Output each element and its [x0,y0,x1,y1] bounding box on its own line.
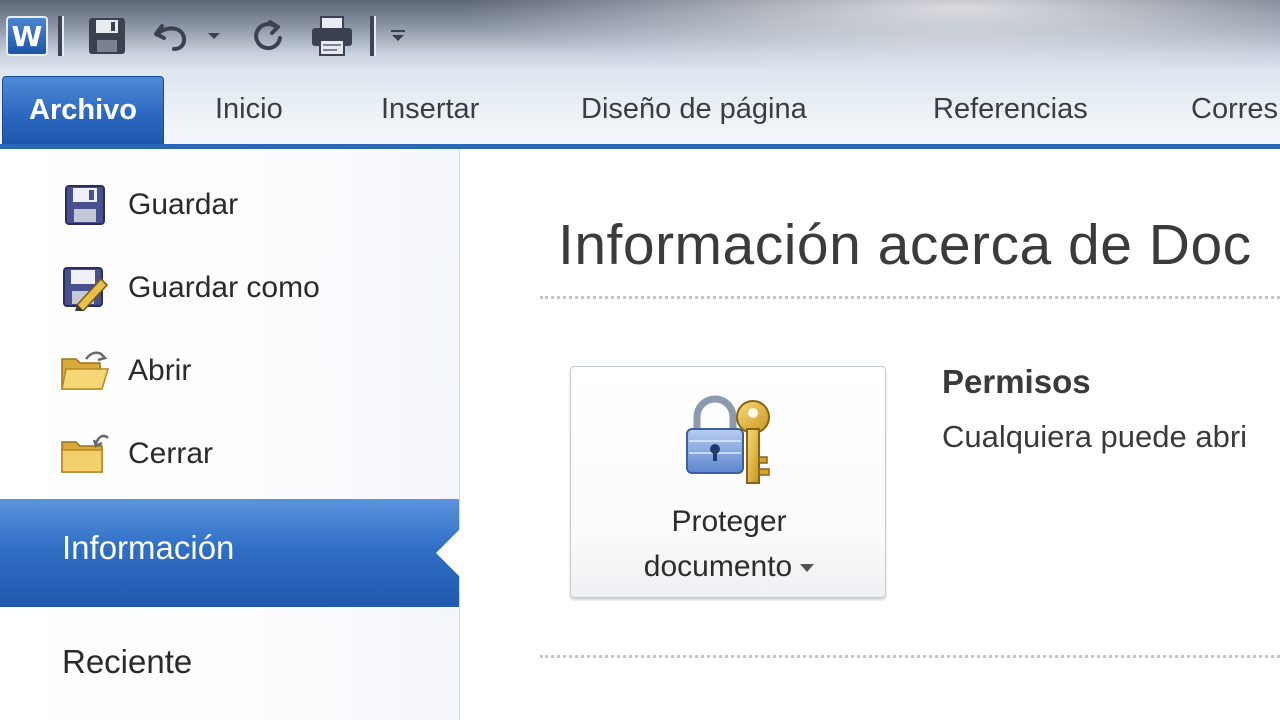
tab-insertar[interactable]: Insertar [381,86,479,132]
divider [540,655,1280,658]
chevron-down-icon [800,564,815,573]
page-title: Información acerca de Doc [558,213,1252,277]
save-icon[interactable] [84,14,130,58]
protect-label-line2: documento [643,550,793,583]
selection-notch [436,529,460,577]
protect-document-button[interactable]: Proteger documento [570,366,886,598]
menu-item-cerrar[interactable]: Cerrar [0,424,459,484]
menu-item-guardar-como[interactable]: Guardar como [0,258,459,318]
tab-archivo[interactable]: Archivo [2,76,164,146]
tab-diseno-de-pagina[interactable]: Diseño de página [581,86,807,132]
quick-access-toolbar: W [0,0,1280,72]
menu-item-informacion[interactable]: Información [0,499,460,607]
tab-inicio[interactable]: Inicio [215,86,283,132]
menu-label: Abrir [128,354,192,387]
customize-icon[interactable] [386,14,410,58]
toolbar-separator [370,16,376,56]
menu-item-reciente[interactable]: Reciente [62,643,192,681]
toolbar-separator [58,16,64,56]
menu-label: Información [62,529,235,566]
tab-referencias[interactable]: Referencias [933,86,1088,132]
undo-dropdown-icon[interactable] [204,14,224,58]
permissions-title: Permisos [942,363,1091,400]
menu-item-guardar[interactable]: Guardar [0,175,459,235]
divider [540,296,1280,299]
word-logo-icon[interactable]: W [6,16,48,56]
protect-document-label: Proteger documento [571,499,887,589]
menu-label: Guardar como [128,271,320,304]
tab-correspondencia[interactable]: Corres [1191,86,1278,132]
undo-icon[interactable] [150,14,192,58]
save-icon [60,180,110,230]
open-folder-icon [60,346,110,396]
redo-icon[interactable] [246,14,290,58]
menu-label: Cerrar [128,437,214,470]
permissions-description: Cualquiera puede abri [942,419,1248,454]
info-pane: Información acerca de Doc Proteger docum… [460,149,1280,720]
menu-item-abrir[interactable]: Abrir [0,341,459,401]
protect-label-line2-row: documento [571,544,887,589]
close-folder-icon [60,429,110,479]
menu-label: Guardar [128,188,239,221]
print-icon[interactable] [306,14,358,58]
protect-label-line1: Proteger [671,505,787,538]
save-as-icon [60,263,110,313]
lock-key-icon [679,391,775,487]
backstage-menu: Guardar Guardar como Abrir Cerrar Inform… [0,149,460,720]
